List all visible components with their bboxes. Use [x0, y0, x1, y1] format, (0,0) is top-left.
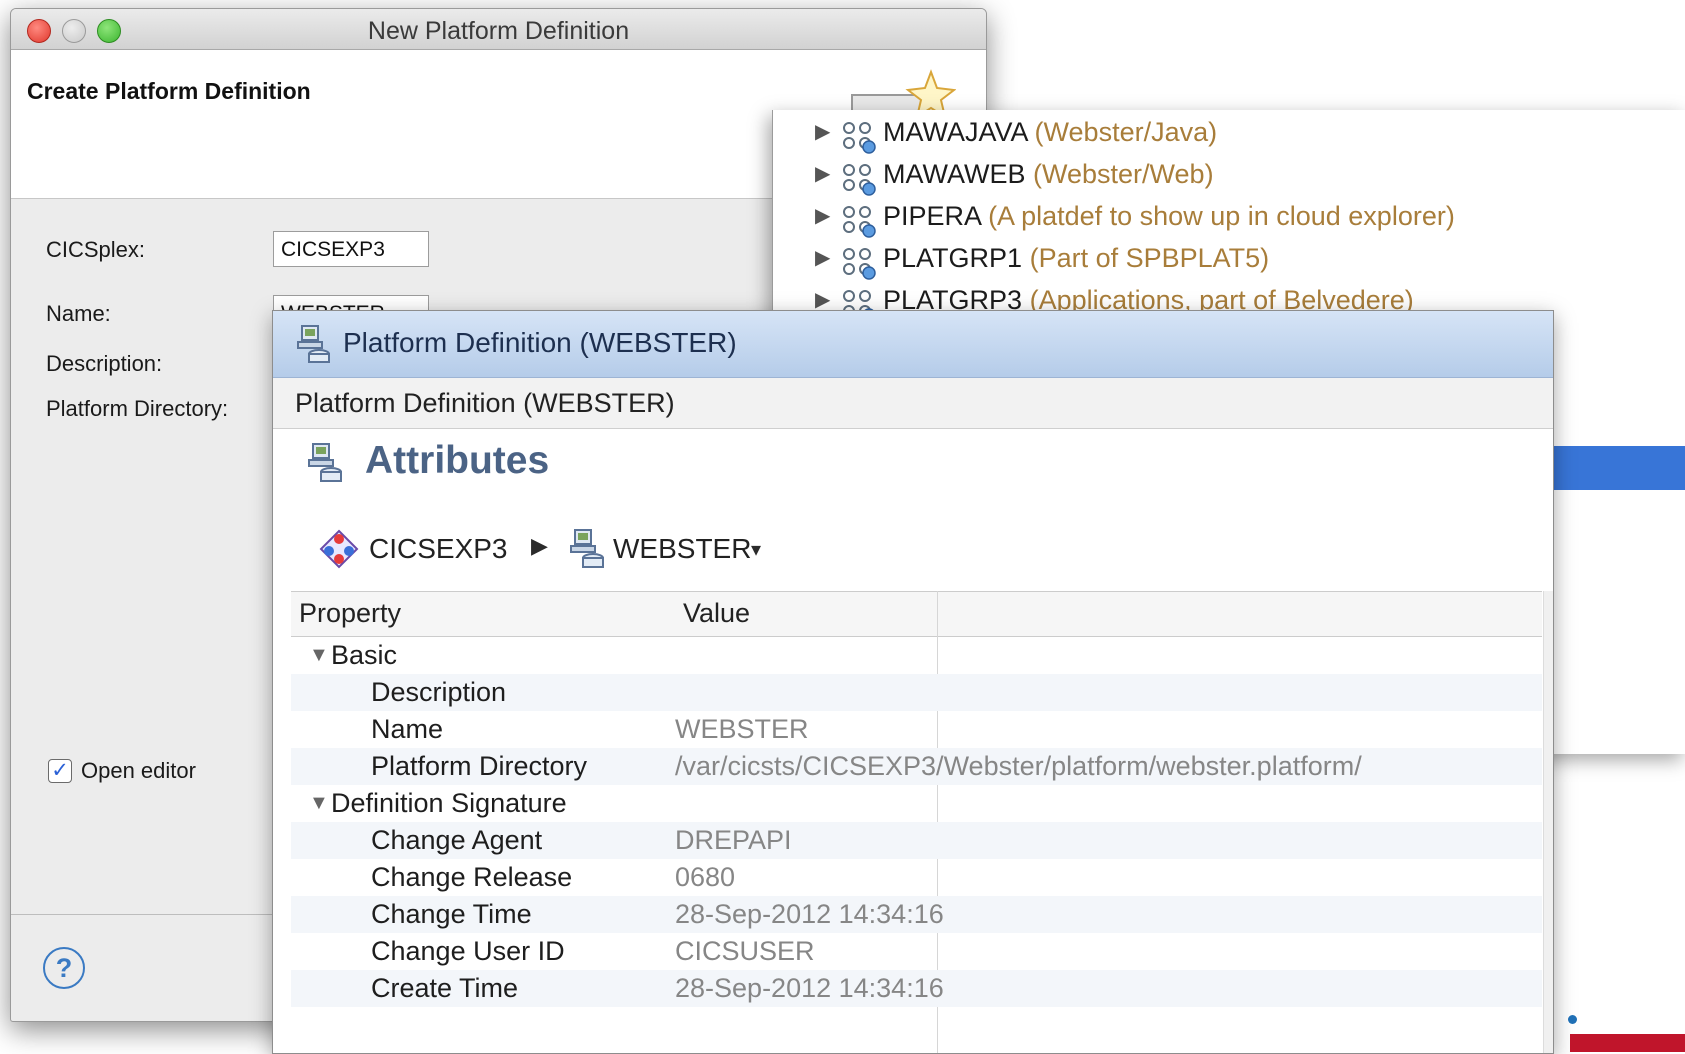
dialog-title: New Platform Definition: [367, 17, 630, 45]
property-value: WEBSTER: [675, 714, 809, 744]
property-section-row[interactable]: ▼ Definition Signature: [291, 785, 1542, 822]
tree-item-name: MAWAJAVA: [883, 117, 1028, 147]
property-value: 28-Sep-2012 14:34:16: [675, 899, 944, 929]
property-value: CICSUSER: [675, 936, 815, 966]
platform-group-icon: [839, 155, 879, 199]
attributes-heading: Attributes: [365, 439, 550, 482]
open-editor-label: Open editor: [81, 758, 196, 783]
property-name: Platform Directory: [371, 751, 588, 781]
help-button[interactable]: ?: [43, 947, 85, 989]
property-column-header[interactable]: Property: [299, 598, 401, 629]
property-name: Change Release: [371, 862, 573, 892]
platform-definition-editor: Platform Definition (WEBSTER) Platform D…: [272, 310, 1554, 1054]
expand-arrow-icon[interactable]: ▶: [815, 236, 830, 280]
property-row[interactable]: Description: [291, 674, 1542, 711]
tree-item-description: (A platdef to show up in cloud explorer): [988, 201, 1455, 231]
property-value: /var/cicsts/CICSEXP3/Webster/platform/we…: [675, 751, 1362, 781]
property-row[interactable]: Change Release 0680: [291, 859, 1542, 896]
dialog-titlebar[interactable]: New Platform Definition: [11, 9, 986, 50]
value-column-header[interactable]: Value: [683, 598, 750, 629]
decorative-red-band: [1570, 1034, 1685, 1052]
property-section-row[interactable]: ▼ Basic: [291, 637, 1542, 674]
property-name: Change Agent: [371, 825, 543, 855]
breadcrumb-dropdown-icon[interactable]: ▾: [751, 537, 761, 562]
property-value: DREPAPI: [675, 825, 792, 855]
platform-group-icon: [839, 197, 879, 241]
description-label: Description:: [46, 351, 163, 376]
tree-item-description: (Webster/Java): [1034, 117, 1218, 147]
property-row[interactable]: Change Time 28-Sep-2012 14:34:16: [291, 896, 1542, 933]
property-name: Create Time: [371, 973, 519, 1003]
property-value: 28-Sep-2012 14:34:16: [675, 973, 944, 1003]
breadcrumb-platform-icon: [570, 529, 604, 568]
expand-arrow-icon[interactable]: ▶: [815, 110, 830, 154]
property-name: Description: [371, 677, 507, 707]
breadcrumb-cicsplex[interactable]: CICSEXP3: [369, 533, 508, 565]
tree-item-description: (Part of SPBPLAT5): [1029, 243, 1270, 273]
section-collapse-icon[interactable]: ▼: [309, 785, 329, 822]
name-label: Name:: [46, 301, 111, 326]
property-section-name: Definition Signature: [331, 788, 567, 818]
wizard-page-title: Create Platform Definition: [27, 78, 311, 104]
tree-item-name: PLATGRP1: [883, 243, 1023, 273]
property-row[interactable]: Change Agent DREPAPI: [291, 822, 1542, 859]
editor-tab[interactable]: Platform Definition (WEBSTER): [273, 311, 1553, 378]
platform-definition-icon: [297, 325, 330, 363]
tree-item[interactable]: ▶ MAWAJAVA (Webster/Java): [773, 110, 1685, 154]
property-row[interactable]: Name WEBSTER: [291, 711, 1542, 748]
editor-tab-title: Platform Definition (WEBSTER): [343, 327, 737, 358]
decorative-dot: [1568, 1015, 1577, 1024]
tree-item-name: MAWAWEB: [883, 159, 1026, 189]
cicsplex-field[interactable]: CICSEXP3: [273, 231, 429, 267]
platform-group-icon: [839, 113, 879, 157]
property-name: Change User ID: [371, 936, 565, 966]
property-row[interactable]: Create Time 28-Sep-2012 14:34:16: [291, 970, 1542, 1007]
property-section-name: Basic: [331, 640, 398, 670]
tree-item[interactable]: ▶ PIPERA (A platdef to show up in cloud e…: [773, 194, 1685, 238]
editor-header-title: Platform Definition (WEBSTER): [295, 388, 675, 418]
platform-group-icon: [839, 239, 879, 283]
cicsplex-icon: [319, 529, 359, 569]
property-value: 0680: [675, 862, 736, 892]
attributes-icon: [308, 443, 342, 482]
property-name: Change Time: [371, 899, 532, 929]
tree-item[interactable]: ▶ PLATGRP1 (Part of SPBPLAT5): [773, 236, 1685, 280]
tree-item[interactable]: ▶ MAWAWEB (Webster/Web): [773, 152, 1685, 196]
breadcrumb-separator-icon: ▶: [531, 533, 548, 558]
section-collapse-icon[interactable]: ▼: [309, 637, 329, 674]
open-editor-checkbox[interactable]: ✓: [48, 759, 72, 783]
breadcrumb-platform[interactable]: WEBSTER: [613, 533, 751, 565]
tree-item-description: (Webster/Web): [1033, 159, 1214, 189]
platform-directory-label: Platform Directory:: [46, 396, 229, 421]
expand-arrow-icon[interactable]: ▶: [815, 152, 830, 196]
property-row[interactable]: Platform Directory/var/cicsts/CICSEXP3/W…: [291, 748, 1542, 785]
expand-arrow-icon[interactable]: ▶: [815, 194, 830, 238]
cicsplex-label: CICSplex:: [46, 237, 146, 262]
properties-scrollbar[interactable]: [1543, 591, 1553, 1053]
editor-header: Platform Definition (WEBSTER): [273, 378, 1553, 429]
tree-item-name: PIPERA: [883, 201, 981, 231]
properties-table-header: Property Value: [291, 591, 1542, 637]
property-row[interactable]: Change User ID CICSUSER: [291, 933, 1542, 970]
property-name: Name: [371, 714, 444, 744]
